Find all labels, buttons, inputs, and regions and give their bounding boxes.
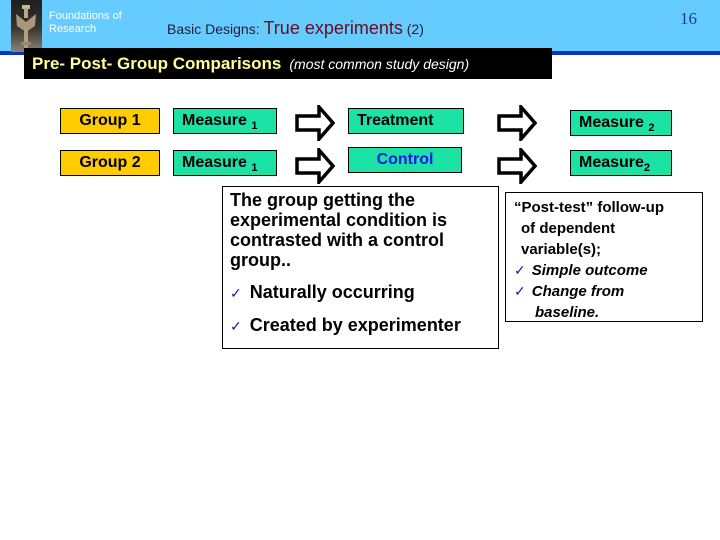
course-name-line2: Research [49,23,97,35]
post-test-line2: of dependent [521,220,616,237]
post-measure-label: Measure [579,114,649,131]
slide-title: Basic Designs: True experiments (2) [167,18,424,39]
course-name: Foundations of Research [49,10,122,36]
bullet-item: ✓ Created by experimenter [230,315,498,336]
right-arrow-icon [497,148,537,184]
subtitle-heading: Pre- Post- Group Comparisons [32,54,282,73]
bullet-text: Change from [531,283,625,300]
statue-photo-icon [11,0,42,52]
checkmark-icon: ✓ [230,318,242,334]
checkmark-icon: ✓ [514,262,526,278]
control-label: Control [376,151,434,168]
control-group-description: The group getting the experimental condi… [230,190,448,270]
pre-measure-subscript: 1 [251,162,258,174]
bullet-item: ✓ Simple outcome [514,260,702,281]
group-2-post-measure-box: Measure2 [570,150,672,176]
pre-measure-label: Measure [182,154,247,171]
post-test-line3: variable(s); [521,241,602,258]
group-2-pre-measure-box: Measure 1 [173,150,277,176]
subtitle-note: (most common study design) [289,56,470,72]
post-test-note-panel: “Post-test” follow-up of dependent varia… [505,192,703,322]
pre-measure-label: Measure [182,112,247,129]
right-arrow-icon [295,105,335,141]
treatment-box: Treatment [348,108,464,134]
course-name-line1: Foundations of [49,10,122,22]
bullet-item: ✓ Naturally occurring [230,282,498,303]
bullet-item: ✓ Change from [514,281,702,302]
checkmark-icon: ✓ [514,283,526,299]
bullet-continuation: baseline. [535,304,600,321]
subtitle-bar: Pre- Post- Group Comparisons (most common… [24,48,552,79]
group-1-post-measure-box: Measure 2 [570,110,672,136]
group-1-label: Group 1 [79,112,141,129]
right-arrow-icon [497,105,537,141]
control-box: Control [348,147,462,173]
slide-title-prefix: Basic Designs: [167,21,264,37]
page-number: 16 [680,9,697,28]
pre-measure-subscript: 1 [251,120,258,132]
bullet-text: Naturally occurring [249,282,415,302]
slide-title-suffix: (2) [402,21,424,37]
post-measure-subscript: 2 [648,122,655,134]
group-2-label: Group 2 [79,154,141,171]
post-measure-subscript: 2 [643,162,651,174]
treatment-label: Treatment [357,112,434,129]
bullet-text: Created by experimenter [249,315,461,335]
group-2-box: Group 2 [60,150,160,176]
group-1-box: Group 1 [60,108,160,134]
checkmark-icon: ✓ [230,285,242,301]
post-test-line1: “Post-test” follow-up [514,199,664,216]
bullet-text: Simple outcome [531,262,648,279]
group-1-pre-measure-box: Measure 1 [173,108,277,134]
slide-title-main: True experiments [263,18,403,38]
post-measure-label: Measure [579,154,644,171]
right-arrow-icon [295,148,335,184]
control-group-note-panel: The group getting the experimental condi… [222,186,499,349]
